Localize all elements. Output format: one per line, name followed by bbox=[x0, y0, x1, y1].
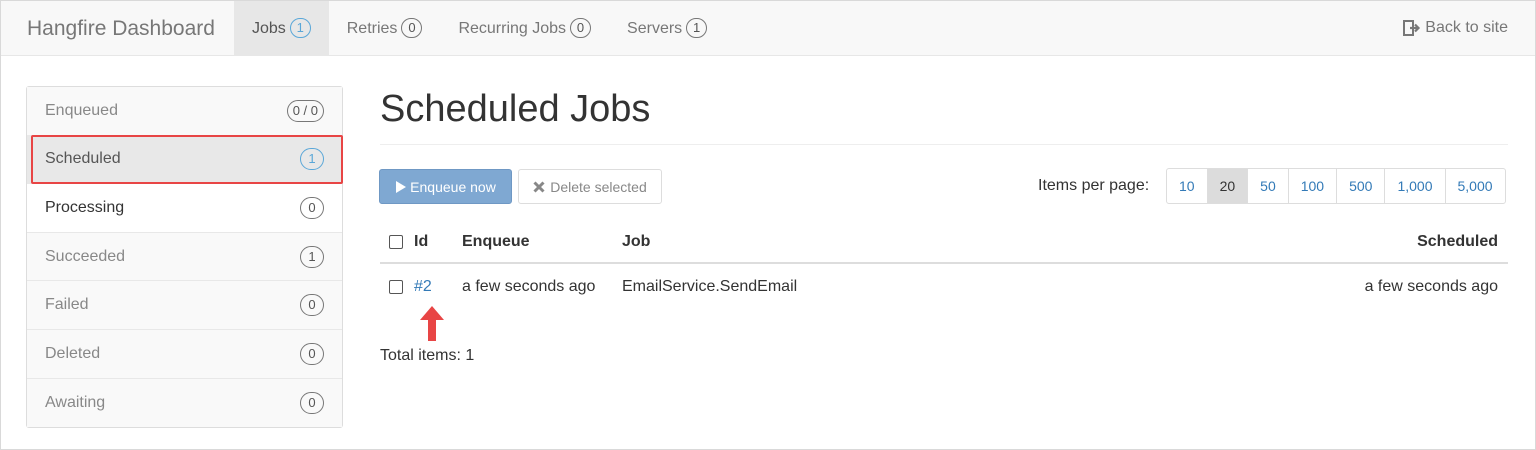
page-size-option[interactable]: 100 bbox=[1287, 169, 1336, 203]
job-id-link[interactable]: #2 bbox=[414, 278, 432, 295]
nav-retries-label: Retries bbox=[346, 19, 398, 37]
sidebar-item-enqueued[interactable]: Enqueued 0 / 0 bbox=[27, 87, 342, 136]
select-all-checkbox[interactable] bbox=[389, 235, 403, 249]
sidebar-item-count: 0 bbox=[300, 391, 324, 414]
sidebar-item-count: 1 bbox=[300, 245, 324, 268]
page-size-option[interactable]: 5,000 bbox=[1444, 169, 1505, 203]
sidebar-item-count: 0 bbox=[300, 342, 324, 365]
nav-servers-label: Servers bbox=[627, 19, 683, 37]
play-icon bbox=[396, 180, 407, 193]
job-name: EmailService.SendEmail bbox=[622, 278, 798, 295]
nav-jobs-badge: 1 bbox=[289, 18, 311, 38]
enqueue-now-button[interactable]: Enqueue now bbox=[379, 169, 512, 204]
nav-recurring-jobs-badge: 0 bbox=[570, 18, 592, 38]
sidebar-item-deleted[interactable]: Deleted 0 bbox=[27, 329, 342, 379]
nav-jobs[interactable]: Jobs 1 bbox=[233, 0, 329, 56]
back-to-site-label: Back to site bbox=[1425, 19, 1508, 36]
page-size-option[interactable]: 500 bbox=[1336, 169, 1384, 203]
delete-selected-button[interactable]: Delete selected bbox=[518, 169, 662, 204]
back-to-site-link[interactable]: Back to site bbox=[1403, 19, 1535, 37]
sidebar-item-succeeded[interactable]: Succeeded 1 bbox=[27, 232, 342, 282]
column-header-job: Job bbox=[622, 233, 651, 250]
title-divider bbox=[380, 144, 1508, 145]
close-icon bbox=[533, 180, 545, 193]
total-items: Total items: 1 bbox=[380, 347, 475, 364]
sidebar-item-scheduled[interactable]: Scheduled 1 bbox=[27, 135, 342, 185]
sidebar-item-awaiting[interactable]: Awaiting 0 bbox=[27, 378, 342, 428]
page-size-option[interactable]: 10 bbox=[1167, 169, 1207, 203]
brand-link[interactable]: Hangfire Dashboard bbox=[1, 1, 234, 56]
job-enqueue-time: a few seconds ago bbox=[462, 278, 596, 295]
nav-servers-badge: 1 bbox=[686, 18, 708, 38]
row-checkbox[interactable] bbox=[389, 280, 403, 294]
items-per-page-label: Items per page: bbox=[1038, 177, 1150, 194]
sidebar-item-failed[interactable]: Failed 0 bbox=[27, 281, 342, 330]
column-header-scheduled: Scheduled bbox=[1417, 233, 1498, 250]
sidebar-item-label: Scheduled bbox=[45, 150, 121, 168]
nav-retries-badge: 0 bbox=[401, 18, 423, 38]
column-header-id: Id bbox=[414, 233, 429, 250]
sidebar-item-count: 0 / 0 bbox=[286, 99, 324, 122]
sidebar-item-processing[interactable]: Processing 0 bbox=[27, 184, 342, 233]
sidebar-job-states: Enqueued 0 / 0 Scheduled 1 Processing 0 … bbox=[26, 86, 343, 429]
top-navbar: Hangfire Dashboard Jobs 1 Retries 0 Recu… bbox=[1, 0, 1535, 56]
column-header-enqueue: Enqueue bbox=[462, 233, 530, 250]
enqueue-now-label: Enqueue now bbox=[410, 178, 496, 195]
page-size-selector: 10 20 50 100 500 1,000 5,000 bbox=[1166, 168, 1506, 204]
job-scheduled-time: a few seconds ago bbox=[1364, 278, 1498, 295]
table-row: #2 a few seconds ago EmailService.SendEm… bbox=[380, 264, 1508, 310]
sidebar-item-count: 0 bbox=[300, 196, 324, 219]
nav-recurring-jobs[interactable]: Recurring Jobs 0 bbox=[440, 1, 609, 56]
nav-retries[interactable]: Retries 0 bbox=[329, 1, 441, 56]
nav-jobs-label: Jobs bbox=[251, 19, 286, 37]
sidebar-item-label: Succeeded bbox=[45, 247, 126, 265]
delete-selected-label: Delete selected bbox=[550, 178, 647, 195]
annotation-arrow-icon bbox=[420, 306, 444, 341]
page-size-option[interactable]: 1,000 bbox=[1384, 169, 1444, 203]
page-size-option-selected[interactable]: 20 bbox=[1206, 169, 1248, 203]
sidebar-item-label: Processing bbox=[45, 198, 125, 216]
page-size-option[interactable]: 50 bbox=[1247, 169, 1288, 203]
sidebar-item-count: 0 bbox=[300, 294, 324, 317]
sidebar-item-label: Failed bbox=[45, 296, 89, 314]
sidebar-item-label: Enqueued bbox=[45, 101, 118, 119]
sidebar-item-label: Awaiting bbox=[45, 393, 106, 411]
sidebar-item-label: Deleted bbox=[45, 344, 101, 362]
log-out-icon bbox=[1403, 20, 1421, 36]
table-header: Id Enqueue Job Scheduled bbox=[380, 222, 1508, 264]
nav-recurring-jobs-label: Recurring Jobs bbox=[458, 19, 567, 37]
scheduled-jobs-table: Id Enqueue Job Scheduled #2 a few second… bbox=[380, 222, 1508, 310]
page-title: Scheduled Jobs bbox=[380, 88, 651, 130]
sidebar-item-count: 1 bbox=[300, 148, 324, 171]
nav-servers[interactable]: Servers 1 bbox=[609, 1, 725, 56]
